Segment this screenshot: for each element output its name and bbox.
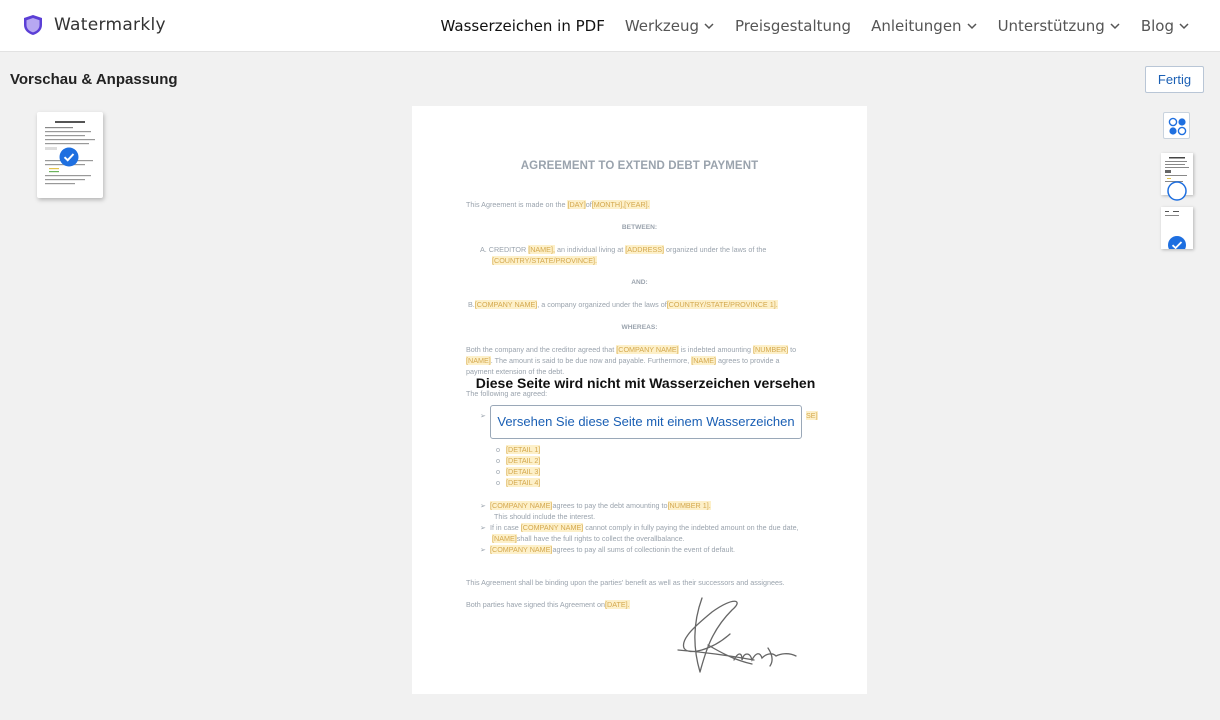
doc-line: [NAME]. The amount is said to be due now… bbox=[466, 355, 780, 366]
placeholder-number: [NUMBER] bbox=[753, 345, 789, 354]
nav-label: Blog bbox=[1140, 17, 1174, 35]
placeholder-company: [COMPANY NAME] bbox=[520, 523, 584, 532]
detail-item: o [DETAIL 2] bbox=[496, 456, 541, 465]
doc-text: . The amount is said to be due now and p… bbox=[490, 356, 690, 365]
nav-item-tools[interactable]: Werkzeug bbox=[625, 17, 715, 35]
doc-text: cannot comply in fully paying the indebt… bbox=[585, 523, 799, 532]
placeholder-address: [ADDRESS] bbox=[625, 245, 665, 254]
top-navigation-bar: Watermarkly Wasserzeichen in PDF Werkzeu… bbox=[0, 0, 1220, 52]
doc-line: [NAME]shall have the full rights to coll… bbox=[492, 533, 685, 544]
placeholder-company: [COMPANY NAME] bbox=[490, 545, 553, 554]
doc-line: ➢ [COMPANY NAME]agrees to pay all sums o… bbox=[480, 545, 736, 554]
doc-line: [COUNTRY/STATE/PROVINCE]. bbox=[492, 255, 598, 266]
doc-line: B.[COMPANY NAME], a company organized un… bbox=[468, 299, 778, 310]
brand-name: Watermarkly bbox=[54, 15, 166, 35]
doc-text: of bbox=[585, 200, 592, 209]
doc-line: A. CREDITOR [NAME], an individual living… bbox=[480, 244, 766, 255]
doc-text: B. bbox=[468, 300, 475, 309]
nav-item-guides[interactable]: Anleitungen bbox=[871, 17, 977, 35]
done-button[interactable]: Fertig bbox=[1145, 66, 1204, 93]
doc-text: Both the company and the creditor agreed… bbox=[466, 345, 615, 354]
doc-text: an individual living at bbox=[556, 245, 624, 254]
placeholder-month-year: [MONTH],[YEAR]. bbox=[591, 200, 650, 209]
nav-label: Unterstützung bbox=[997, 17, 1105, 35]
thumbnail-preview bbox=[1165, 211, 1186, 254]
placeholder-country: [COUNTRY/STATE/PROVINCE 1]. bbox=[666, 300, 778, 309]
page-thumbnail-selected[interactable] bbox=[37, 112, 103, 198]
doc-text: agrees to provide a bbox=[717, 356, 780, 365]
doc-text: agrees to pay all sums of collectionin t… bbox=[552, 545, 736, 554]
doc-heading-between: BETWEEN: bbox=[621, 224, 658, 231]
doc-text: agrees to pay the debt amounting to bbox=[552, 501, 668, 510]
doc-line: This Agreement is made on the [DAY]of[MO… bbox=[466, 199, 650, 210]
check-circle-icon bbox=[59, 147, 79, 167]
doc-text: shall have the full rights to collect th… bbox=[516, 534, 685, 543]
detail-item: o [DETAIL 3] bbox=[496, 467, 541, 476]
placeholder-name: [NAME] bbox=[691, 356, 716, 365]
grid-view-toggle[interactable] bbox=[1163, 112, 1190, 139]
thumbnail-preview bbox=[1165, 157, 1189, 201]
doc-text: to bbox=[790, 345, 797, 354]
signature-image bbox=[677, 597, 797, 673]
doc-line: ➢ [COMPANY NAME]agrees to pay the debt a… bbox=[480, 501, 711, 510]
shield-logo-icon bbox=[24, 15, 42, 35]
nav-item-blog[interactable]: Blog bbox=[1141, 17, 1190, 35]
placeholder-detail: [DETAIL 4] bbox=[506, 478, 541, 487]
rail-page-thumbnail-1[interactable] bbox=[1161, 153, 1193, 201]
placeholder-company: [COMPANY NAME] bbox=[474, 300, 538, 309]
doc-text: A. CREDITOR bbox=[480, 245, 527, 254]
chevron-down-icon bbox=[1110, 23, 1120, 30]
nav-label: Wasserzeichen in PDF bbox=[440, 17, 605, 35]
chevron-down-icon bbox=[1179, 23, 1189, 30]
doc-line: Both parties have signed this Agreement … bbox=[466, 599, 630, 610]
grid-circles-icon bbox=[1168, 117, 1187, 136]
doc-bullet: ➢ bbox=[480, 411, 487, 420]
doc-line: SE] bbox=[806, 410, 818, 421]
doc-line: This should include the interest. bbox=[494, 512, 596, 521]
placeholder-fragment: SE] bbox=[806, 411, 818, 420]
detail-item: o [DETAIL 1] bbox=[496, 445, 541, 454]
nav-item-support[interactable]: Unterstützung bbox=[998, 17, 1121, 35]
brand-logo-link[interactable]: Watermarkly bbox=[22, 14, 166, 36]
doc-text: , a company organized under the laws of bbox=[537, 300, 667, 309]
nav-label: Anleitungen bbox=[871, 17, 962, 35]
doc-heading-whereas: WHEREAS: bbox=[621, 324, 658, 331]
chevron-down-icon bbox=[967, 23, 977, 30]
nav-item-watermark-pdf[interactable]: Wasserzeichen in PDF bbox=[441, 17, 605, 35]
nav-item-pricing[interactable]: Preisgestaltung bbox=[735, 17, 851, 35]
doc-line: This Agreement shall be binding upon the… bbox=[466, 578, 785, 587]
doc-text: Both parties have signed this Agreement … bbox=[466, 600, 606, 609]
placeholder-company: [COMPANY NAME] bbox=[490, 501, 553, 510]
placeholder-detail: [DETAIL 3] bbox=[506, 467, 541, 476]
placeholder-country: [COUNTRY/STATE/PROVINCE]. bbox=[492, 256, 598, 265]
placeholder-name: [NAME] bbox=[466, 356, 491, 365]
doc-line: Both the company and the creditor agreed… bbox=[466, 344, 796, 355]
no-watermark-message: Diese Seite wird nicht mit Wasserzeichen… bbox=[475, 375, 816, 391]
doc-text: is indebted amounting bbox=[680, 345, 752, 354]
doc-line: ➢ If in case [COMPANY NAME] cannot compl… bbox=[480, 523, 799, 532]
doc-text: This Agreement is made on the bbox=[466, 200, 566, 209]
page-title: Vorschau & Anpassung bbox=[10, 71, 178, 88]
main-nav: Wasserzeichen in PDF Werkzeug Preisgesta… bbox=[441, 0, 1190, 52]
chevron-down-icon bbox=[704, 23, 714, 30]
doc-text: organized under the laws of the bbox=[666, 245, 767, 254]
nav-label: Preisgestaltung bbox=[735, 17, 852, 35]
add-watermark-to-page-button[interactable]: Versehen Sie diese Seite mit einem Wasse… bbox=[490, 405, 802, 439]
detail-item: o [DETAIL 4] bbox=[496, 478, 541, 487]
placeholder-detail: [DETAIL 1] bbox=[506, 445, 541, 454]
placeholder-date: [DATE]. bbox=[605, 600, 630, 609]
placeholder-number: [NUMBER 1]. bbox=[667, 501, 711, 510]
placeholder-detail: [DETAIL 2] bbox=[506, 456, 541, 465]
nav-label: Werkzeug bbox=[624, 17, 700, 35]
doc-heading-and: AND: bbox=[631, 279, 648, 286]
placeholder-company: [COMPANY NAME] bbox=[616, 345, 679, 354]
document-title: AGREEMENT TO EXTEND DEBT PAYMENT bbox=[520, 160, 759, 172]
doc-text: If in case bbox=[490, 523, 519, 532]
placeholder-day: [DAY] bbox=[567, 200, 586, 209]
rail-page-thumbnail-2[interactable] bbox=[1161, 207, 1193, 254]
placeholder-name: [NAME], bbox=[528, 245, 555, 254]
placeholder-name: [NAME] bbox=[492, 534, 517, 543]
